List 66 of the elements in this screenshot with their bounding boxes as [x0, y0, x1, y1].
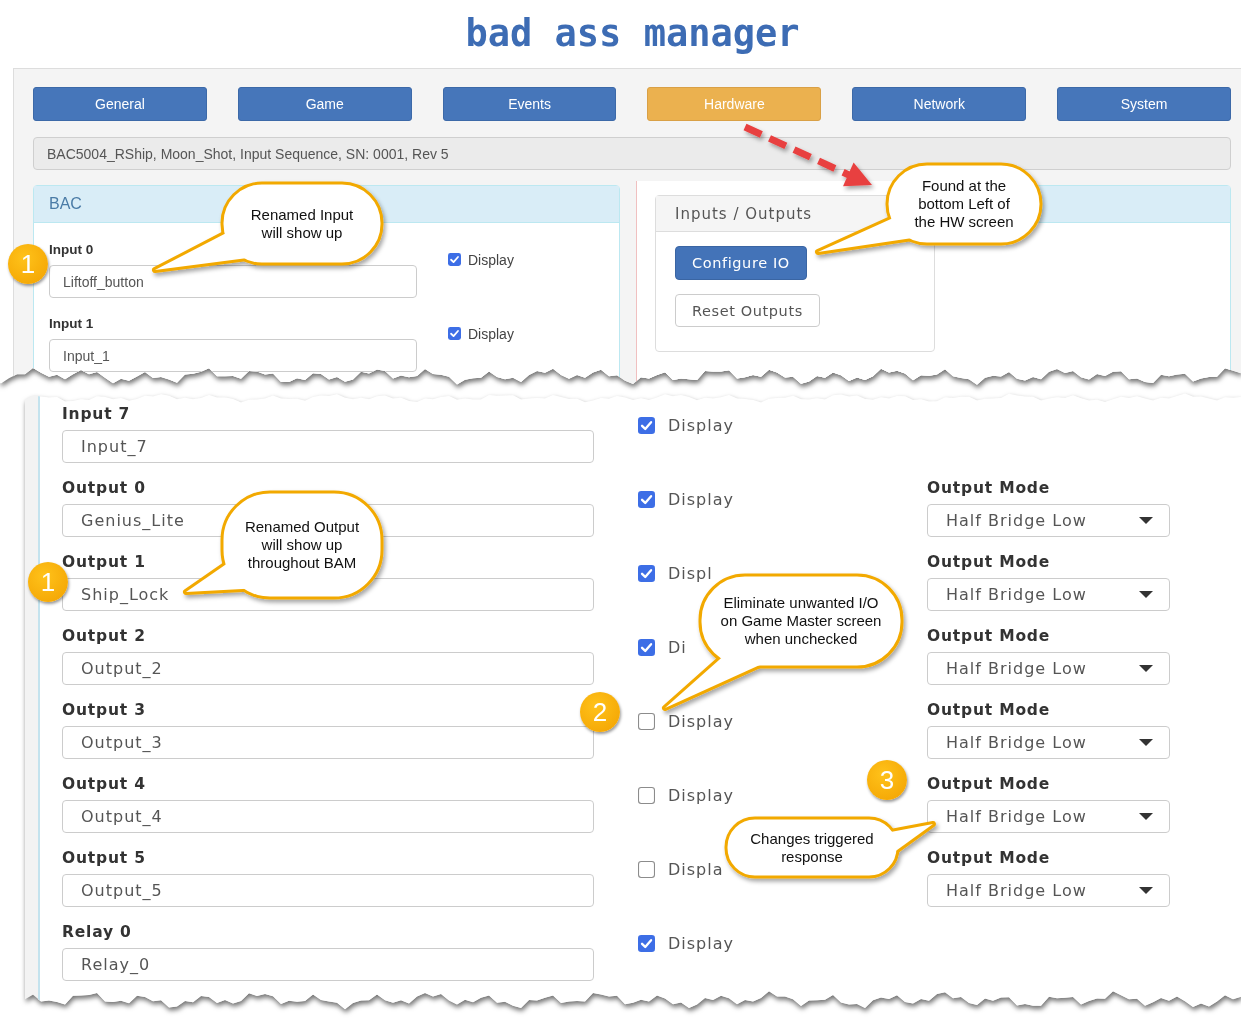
field-label: Output Mode	[927, 552, 1051, 572]
field-label: Input 0	[49, 241, 94, 259]
caret-icon	[1139, 887, 1153, 894]
checkbox-label: Display	[668, 417, 734, 434]
field-label: Output Mode	[927, 626, 1051, 646]
text-field[interactable]: Relay_0	[62, 948, 594, 981]
field-label: Output 2	[62, 626, 146, 646]
secondary-button[interactable]: Reset Outputs	[675, 294, 820, 327]
callout-tooltip: Renamed Output will show up throughout BAM	[183, 489, 385, 601]
nav-tab[interactable]: Game	[237, 87, 412, 121]
callout-tooltip: Renamed Input will show up	[152, 180, 385, 273]
display-checkbox[interactable]	[638, 491, 655, 508]
mode-select[interactable]: Half Bridge Low	[927, 726, 1170, 759]
caret-icon	[1139, 517, 1153, 524]
text-field[interactable]: Output_4	[62, 800, 594, 833]
checkbox-label: Display	[668, 713, 734, 730]
device-info-bar: BAC5004_RShip, Moon_Shot, Input Sequence, SN: 0001, Rev 5	[33, 137, 1231, 170]
field-label: Output Mode	[927, 848, 1051, 868]
checkbox-label: Displ	[668, 565, 713, 582]
display-checkbox[interactable]	[638, 713, 655, 730]
mode-select[interactable]: Half Bridge Low	[927, 578, 1170, 611]
mode-select[interactable]: Half Bridge Low	[927, 800, 1170, 833]
text-field[interactable]: Input_7	[62, 430, 594, 463]
primary-button[interactable]: Configure IO	[675, 246, 807, 280]
nav-tab[interactable]: General	[33, 87, 207, 121]
nav-tab[interactable]: System	[1057, 87, 1231, 121]
caret-icon	[1139, 591, 1153, 598]
text-field[interactable]: Output_3	[62, 726, 594, 759]
callout-tooltip: Found at the bottom Left of the HW screen	[815, 161, 1044, 255]
checkbox-label: Display	[668, 935, 734, 952]
caret-icon	[1139, 665, 1153, 672]
display-checkbox[interactable]	[638, 787, 655, 804]
field-label: Input 1	[49, 315, 94, 333]
checkbox-label: Display	[668, 787, 734, 804]
text-field[interactable]: Input_1	[49, 339, 417, 372]
field-label: Relay 0	[62, 922, 132, 942]
mode-select[interactable]: Half Bridge Low	[927, 874, 1170, 907]
nav-tab[interactable]: Events	[442, 87, 617, 121]
text-field[interactable]: Output_5	[62, 874, 594, 907]
caret-icon	[1139, 739, 1153, 746]
checkbox-label: Displa	[668, 861, 724, 878]
display-checkbox[interactable]	[638, 935, 655, 952]
checkbox-label: Display	[468, 327, 514, 341]
display-checkbox[interactable]	[448, 253, 461, 266]
text-field[interactable]: Output_2	[62, 652, 594, 685]
mode-select[interactable]: Half Bridge Low	[927, 652, 1170, 685]
display-checkbox[interactable]	[638, 639, 655, 656]
mode-select[interactable]: Half Bridge Low	[927, 504, 1170, 537]
field-label: Output 4	[62, 774, 146, 794]
field-label: Output Mode	[927, 774, 1051, 794]
field-label: Output 0	[62, 478, 146, 498]
app-title: bad ass manager	[465, 12, 800, 56]
field-label: Output 5	[62, 848, 146, 868]
field-label: Input 7	[62, 404, 131, 424]
field-label: Output Mode	[927, 478, 1051, 498]
checkbox-label: Di	[668, 639, 687, 656]
field-label: Output Mode	[927, 700, 1051, 720]
nav-tab[interactable]: Network	[852, 87, 1027, 121]
checkbox-label: Display	[468, 253, 514, 267]
field-label: Output 3	[62, 700, 146, 720]
display-checkbox[interactable]	[638, 565, 655, 582]
display-checkbox[interactable]	[638, 861, 655, 878]
display-checkbox[interactable]	[638, 417, 655, 434]
display-checkbox[interactable]	[448, 327, 461, 340]
caret-icon	[1139, 813, 1153, 820]
checkbox-label: Display	[668, 491, 734, 508]
